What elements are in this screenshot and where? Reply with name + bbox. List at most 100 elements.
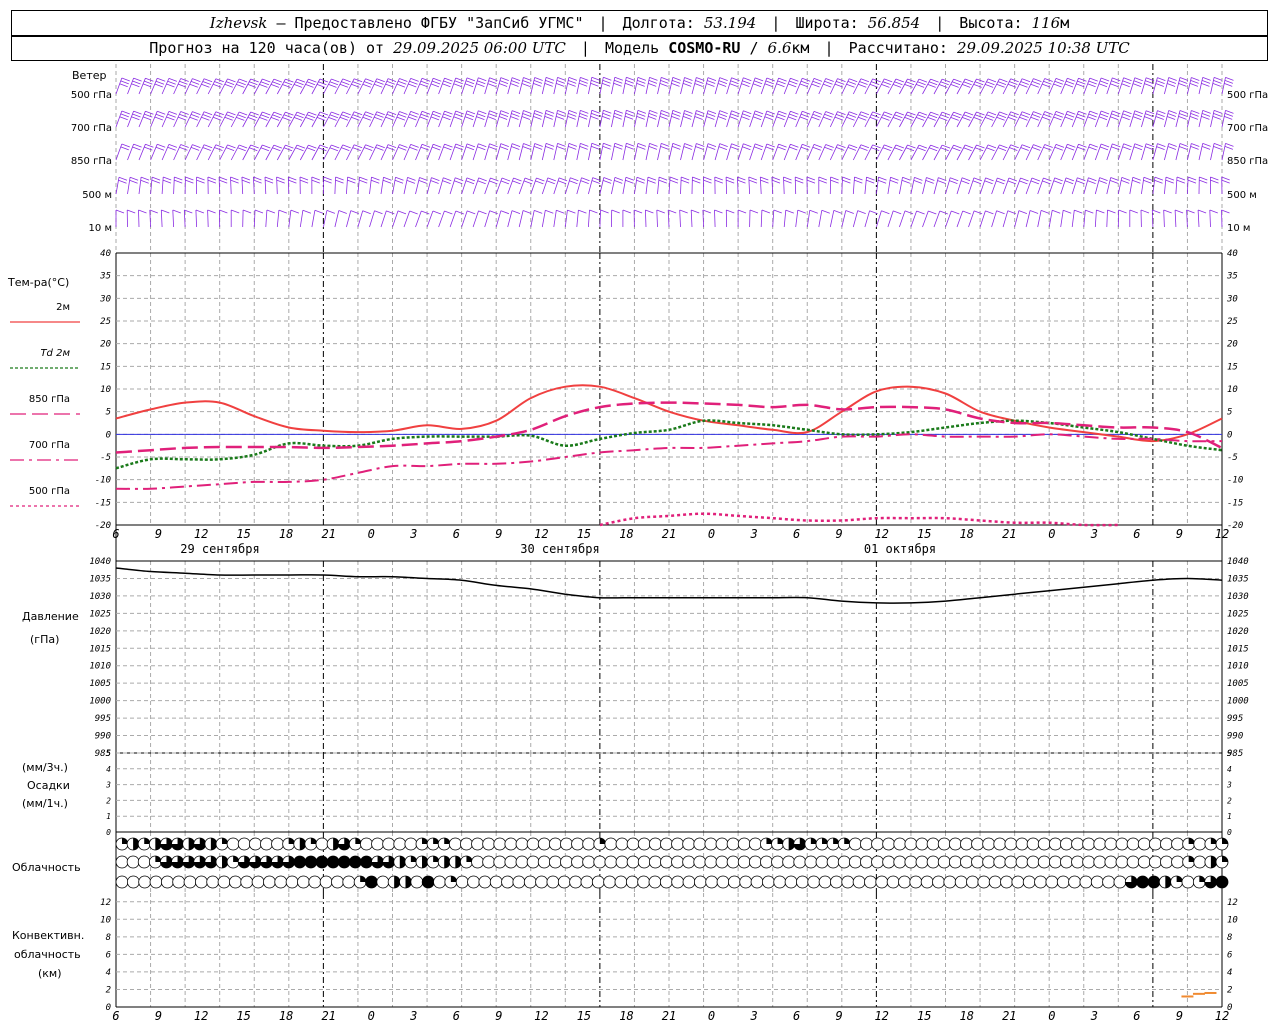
wind-barb bbox=[657, 110, 670, 128]
hour-tick-mid: 15 bbox=[917, 527, 931, 541]
cloud-cover-icon bbox=[1193, 837, 1207, 851]
wind-barb bbox=[714, 77, 728, 95]
cloud-cover-fill bbox=[338, 856, 351, 868]
cloud-cover-icon bbox=[342, 875, 356, 889]
wind-barb bbox=[714, 176, 723, 195]
cloud-cover-icon bbox=[871, 837, 884, 851]
temp-series-4 bbox=[599, 512, 1119, 527]
wind-barb bbox=[703, 110, 717, 128]
pressure-tick-left: 1040 bbox=[89, 557, 111, 567]
cloud-cover-icon bbox=[504, 837, 518, 851]
wind-barb bbox=[657, 77, 670, 95]
precip-tick-left: 2 bbox=[106, 796, 111, 805]
wind-barb bbox=[956, 210, 971, 228]
cloud-cover-icon bbox=[1181, 875, 1195, 889]
wind-barb bbox=[127, 77, 142, 95]
temp-tick-right: 20 bbox=[1227, 340, 1238, 350]
cloud-cover-fill bbox=[293, 856, 306, 868]
cloud-cover-icon bbox=[826, 855, 840, 869]
cloud-cover-icon bbox=[848, 837, 862, 851]
wind-barb bbox=[438, 110, 453, 128]
cloud-cover-icon bbox=[815, 855, 829, 869]
wind-barb bbox=[287, 176, 297, 195]
wind-barb bbox=[668, 176, 679, 195]
wind-barb bbox=[150, 176, 161, 195]
wind-level-label: 700 гПа bbox=[71, 123, 112, 134]
wind-barb bbox=[622, 76, 635, 95]
wind-barb bbox=[415, 177, 428, 195]
cloud-cover-icon bbox=[750, 875, 764, 889]
hour-tick-bottom: 15 bbox=[577, 1009, 591, 1023]
wind-barb bbox=[783, 176, 792, 195]
meteogram-chart: 500 гПа 500 гПа 700 гПа 700 гПа 850 гПа 850 г… bbox=[10, 64, 1268, 1023]
cloud-cover-icon bbox=[1071, 855, 1084, 869]
wind-barb bbox=[737, 143, 752, 161]
wind-barb bbox=[668, 110, 681, 128]
cloud-cover-icon bbox=[548, 855, 562, 869]
wind-barb bbox=[1141, 110, 1155, 128]
hour-tick-bottom: 21 bbox=[321, 1009, 335, 1023]
cloud-cover-icon bbox=[376, 875, 390, 889]
cloud-cover-icon bbox=[1022, 875, 1036, 889]
cloud-cover-icon bbox=[460, 837, 473, 851]
cloud-cover-icon bbox=[471, 855, 484, 869]
cloud-cover-icon bbox=[569, 875, 583, 889]
wind-barb bbox=[599, 177, 612, 195]
cloud-cover-icon bbox=[285, 875, 299, 889]
pressure-tick-right: 1025 bbox=[1227, 609, 1249, 619]
cloud-cover-icon bbox=[591, 875, 605, 889]
pressure-tick-right: 1030 bbox=[1227, 592, 1249, 602]
pressure-tick-right: 990 bbox=[1227, 732, 1243, 742]
wind-barb bbox=[1129, 209, 1138, 227]
cloud-cover-icon bbox=[1126, 855, 1140, 869]
precip-tick-right: 5 bbox=[1227, 749, 1232, 758]
wind-barb bbox=[737, 77, 752, 95]
wind-barb bbox=[1129, 176, 1141, 195]
temp-tick-left: 30 bbox=[99, 294, 111, 304]
cloud-cover-icon bbox=[715, 837, 729, 851]
cloud-cover-icon bbox=[614, 875, 628, 889]
cloud-cover-icon bbox=[932, 875, 945, 889]
wind-barb bbox=[1198, 77, 1211, 95]
wind-barb bbox=[1117, 77, 1132, 95]
wind-barb bbox=[127, 110, 142, 128]
temp-tick-left: -20 bbox=[95, 521, 111, 531]
cloud-cover-icon bbox=[410, 875, 424, 889]
temp-tick-right: 10 bbox=[1227, 385, 1238, 395]
cloud-cover-fill bbox=[1222, 838, 1228, 844]
wind-barb bbox=[1152, 77, 1166, 95]
wind-barb bbox=[576, 209, 587, 228]
wind-barb bbox=[1014, 210, 1028, 228]
cloud-cover-icon bbox=[1171, 837, 1184, 851]
wind-barb bbox=[841, 210, 854, 228]
hour-tick-bottom: 18 bbox=[960, 1009, 974, 1023]
wind-barb bbox=[910, 210, 925, 228]
cloud-cover-icon bbox=[433, 875, 446, 889]
cloud-cover-icon bbox=[297, 875, 310, 889]
cloud-cover-icon bbox=[515, 837, 529, 851]
wind-barb bbox=[748, 176, 758, 195]
conv-tick-left: 0 bbox=[106, 1003, 111, 1013]
wind-barb bbox=[1198, 110, 1211, 128]
cloud-cover-icon bbox=[1093, 855, 1107, 869]
cloud-cover-icon bbox=[1137, 855, 1151, 869]
wind-barb bbox=[725, 209, 735, 228]
wind-barb bbox=[1175, 110, 1189, 128]
wind-barb bbox=[1151, 209, 1161, 228]
wind-barb bbox=[714, 110, 728, 128]
cloud-cover-icon bbox=[1104, 837, 1118, 851]
wind-barb bbox=[207, 176, 217, 195]
wind-barb bbox=[656, 209, 665, 228]
wind-barb bbox=[1187, 77, 1200, 95]
wind-barb bbox=[956, 177, 971, 195]
wind-barb bbox=[668, 143, 681, 161]
cloud-cover-icon bbox=[1034, 875, 1047, 889]
precip-tick-left: 5 bbox=[106, 749, 111, 758]
pressure-tick-right: 1040 bbox=[1227, 557, 1249, 567]
cloud-cover-icon bbox=[943, 875, 957, 889]
cloud-cover-icon bbox=[737, 855, 751, 869]
wind-barb bbox=[346, 176, 356, 195]
cloud-cover-icon bbox=[526, 837, 540, 851]
wind-barb bbox=[622, 142, 635, 161]
hour-tick-mid: 6 bbox=[453, 527, 460, 541]
